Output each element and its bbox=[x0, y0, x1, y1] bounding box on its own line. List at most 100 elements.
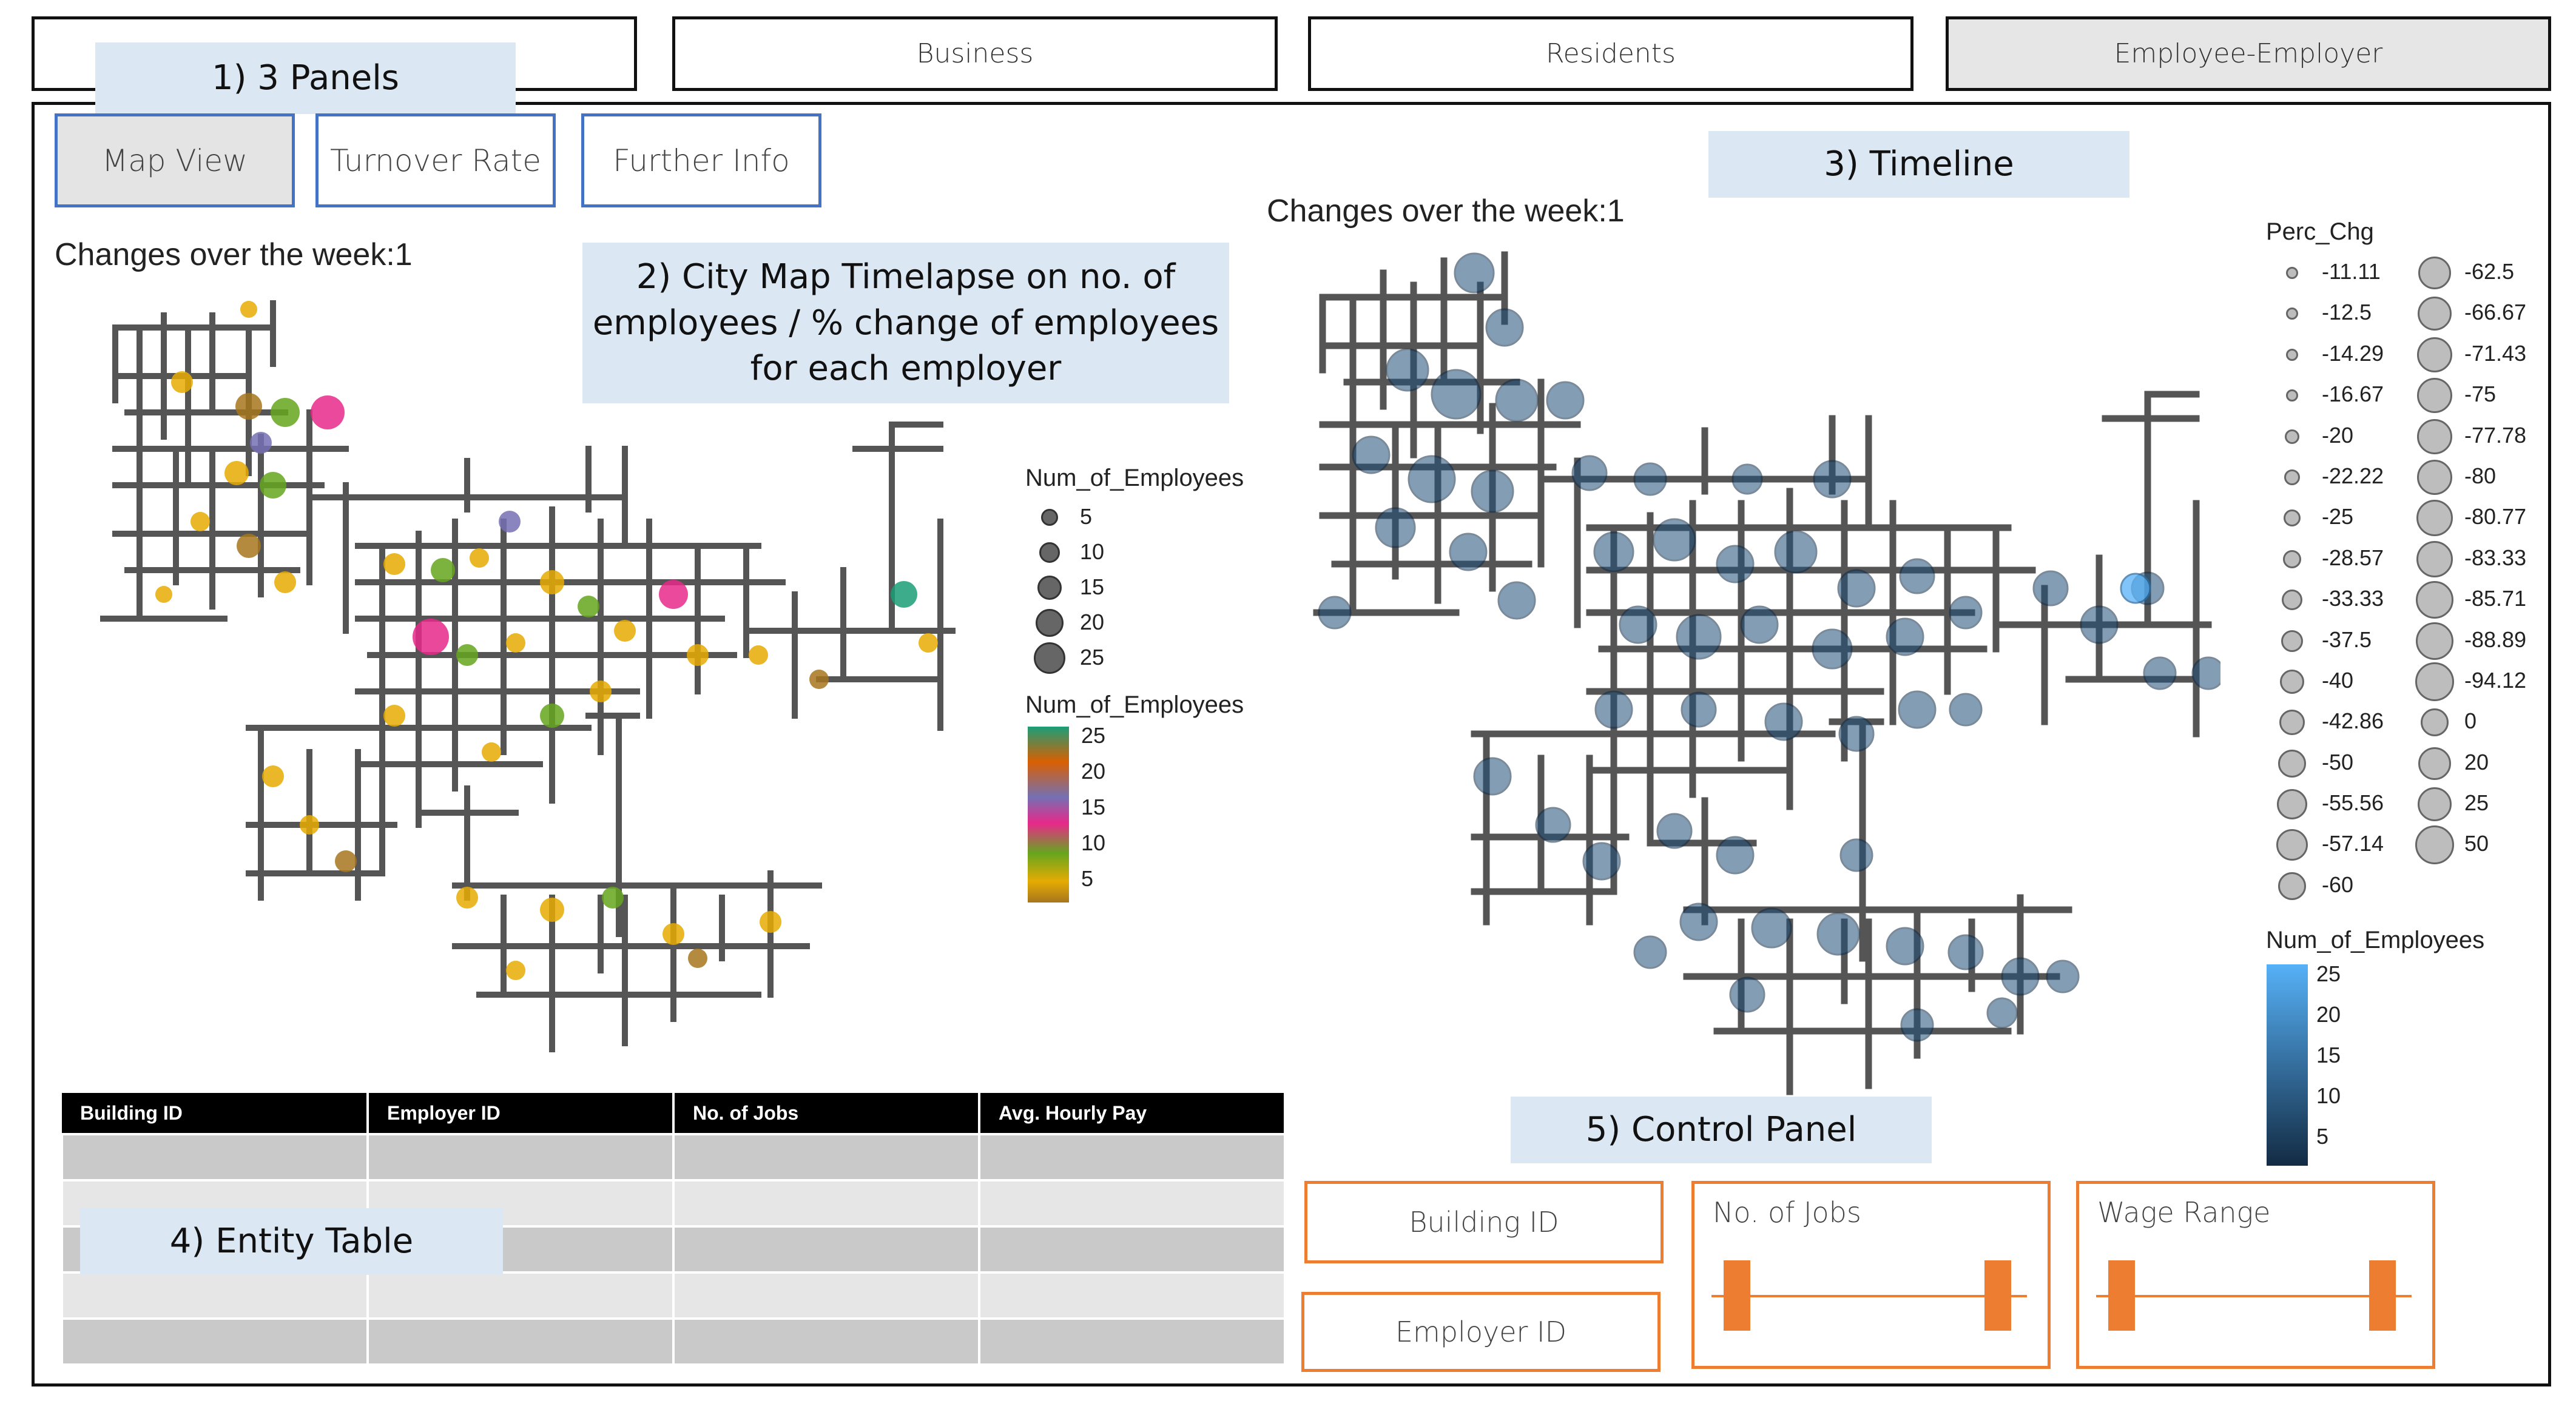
perc-chg-legend-label: 20 bbox=[2464, 749, 2489, 775]
perc-chg-legend-symbol bbox=[2416, 622, 2453, 660]
table-cell bbox=[978, 1317, 1286, 1366]
perc-chg-legend-symbol bbox=[2282, 590, 2302, 611]
left-size-legend-label: 10 bbox=[1080, 539, 1105, 564]
perc-chg-legend-symbol bbox=[2281, 630, 2303, 652]
perc-chg-legend-label: -77.78 bbox=[2464, 422, 2527, 448]
left-city-map bbox=[100, 300, 956, 1052]
perc-chg-legend-label: -57.14 bbox=[2322, 831, 2384, 856]
table-cell bbox=[672, 1179, 980, 1228]
perc-chg-legend-label: -75 bbox=[2464, 381, 2497, 407]
building-id-input[interactable]: Building ID bbox=[1304, 1181, 1664, 1263]
table-cell bbox=[61, 1317, 369, 1366]
callout-panels: 1) 3 Panels bbox=[95, 42, 516, 114]
left-color-legend-label: 15 bbox=[1081, 795, 1106, 819]
left-color-bar bbox=[1028, 727, 1069, 902]
table-row[interactable] bbox=[61, 1271, 1286, 1320]
subtab-map-view-label: Map View bbox=[101, 143, 248, 178]
tab-residents-label: Residents bbox=[1546, 38, 1676, 69]
subtab-turnover-rate-label: Turnover Rate bbox=[329, 143, 542, 178]
right-color-legend-label: 15 bbox=[2316, 1043, 2341, 1067]
perc-chg-legend-title: Perc_Chg bbox=[2266, 218, 2374, 245]
perc-chg-legend-label: -33.33 bbox=[2322, 586, 2384, 611]
no-of-jobs-label: No. of Jobs bbox=[1713, 1196, 1861, 1229]
wage-range-slider-min-handle[interactable] bbox=[2108, 1260, 2135, 1331]
table-cell bbox=[672, 1133, 980, 1181]
callout-city-map-line3: for each employer bbox=[750, 349, 1062, 389]
perc-chg-legend-symbol bbox=[2418, 297, 2452, 331]
no-of-jobs-slider[interactable]: No. of Jobs bbox=[1691, 1181, 2051, 1369]
perc-chg-legend-symbol bbox=[2284, 469, 2300, 485]
perc-chg-legend-symbol bbox=[2417, 378, 2452, 414]
column-header-employer-id[interactable]: Employer ID bbox=[368, 1093, 675, 1134]
no-of-jobs-slider-track[interactable] bbox=[1711, 1295, 2027, 1297]
subtab-turnover-rate[interactable]: Turnover Rate bbox=[315, 113, 556, 207]
right-map-highlight-points bbox=[2120, 573, 2151, 604]
employer-id-label: Employer ID bbox=[1395, 1316, 1567, 1348]
wage-range-slider[interactable]: Wage Range bbox=[2076, 1181, 2435, 1369]
callout-control-panel-text: 5) Control Panel bbox=[1585, 1110, 1857, 1150]
subtab-further-info-label: Further Info bbox=[613, 143, 790, 178]
table-cell bbox=[366, 1317, 675, 1366]
perc-chg-legend-symbol bbox=[2279, 710, 2305, 736]
perc-chg-legend-label: -60 bbox=[2322, 872, 2354, 897]
tab-business-label: Business bbox=[916, 38, 1034, 69]
column-header-no-of-jobs[interactable]: No. of Jobs bbox=[673, 1093, 980, 1134]
no-of-jobs-slider-min-handle[interactable] bbox=[1724, 1260, 1750, 1331]
perc-chg-legend-label: -88.89 bbox=[2464, 627, 2527, 652]
column-header-avg-hourly-pay[interactable]: Avg. Hourly Pay bbox=[979, 1093, 1286, 1134]
perc-chg-legend-label: -20 bbox=[2322, 422, 2354, 448]
perc-chg-legend-label: -40 bbox=[2322, 667, 2354, 693]
tab-residents[interactable]: Residents bbox=[1308, 16, 1913, 91]
perc-chg-legend-symbol bbox=[2286, 267, 2298, 279]
perc-chg-legend-symbol bbox=[2421, 708, 2449, 737]
left-map-title: Changes over the week:1 bbox=[55, 237, 413, 272]
table-row[interactable] bbox=[61, 1317, 1286, 1366]
perc-chg-legend-symbol bbox=[2280, 669, 2304, 694]
perc-chg-legend-label: -55.56 bbox=[2322, 790, 2384, 816]
left-size-legend-label: 5 bbox=[1080, 504, 1093, 529]
right-color-legend-label: 5 bbox=[2316, 1124, 2329, 1149]
left-color-legend-label: 10 bbox=[1081, 830, 1106, 855]
perc-chg-legend-symbol bbox=[2278, 749, 2306, 778]
tab-employee-employer[interactable]: Employee-Employer bbox=[1946, 16, 2551, 91]
left-size-legend-title: Num_of_Employees bbox=[1025, 465, 1244, 491]
callout-entity-table: 4) Entity Table bbox=[80, 1208, 503, 1275]
employer-id-input[interactable]: Employer ID bbox=[1301, 1292, 1661, 1372]
perc-chg-legend-label: -85.71 bbox=[2464, 586, 2527, 611]
perc-chg-legend-label: -42.86 bbox=[2322, 708, 2384, 734]
perc-chg-legend-label: -62.5 bbox=[2464, 259, 2515, 284]
perc-chg-legend-label: -22.22 bbox=[2322, 463, 2384, 488]
perc-chg-legend-symbol bbox=[2285, 429, 2299, 444]
perc-chg-legend-label: -50 bbox=[2322, 749, 2354, 775]
subtab-map-view[interactable]: Map View bbox=[55, 113, 295, 207]
wage-range-slider-max-handle[interactable] bbox=[2369, 1260, 2396, 1331]
perc-chg-legend-label: -80.77 bbox=[2464, 504, 2527, 529]
table-cell bbox=[978, 1271, 1286, 1320]
table-cell bbox=[672, 1271, 980, 1320]
table-cell bbox=[978, 1133, 1286, 1181]
subtab-further-info[interactable]: Further Info bbox=[581, 113, 821, 207]
table-cell bbox=[366, 1271, 675, 1320]
perc-chg-legend-label: -83.33 bbox=[2464, 545, 2527, 570]
callout-city-map: 2) City Map Timelapse on no. of employee… bbox=[582, 243, 1229, 403]
perc-chg-legend-symbol bbox=[2415, 662, 2454, 701]
perc-chg-legend-label: -80 bbox=[2464, 463, 2497, 488]
callout-panels-text: 1) 3 Panels bbox=[212, 58, 399, 98]
callout-timeline-text: 3) Timeline bbox=[1824, 144, 2014, 184]
wage-range-slider-track[interactable] bbox=[2096, 1295, 2412, 1297]
perc-chg-legend-label: -94.12 bbox=[2464, 667, 2527, 693]
tab-business[interactable]: Business bbox=[672, 16, 1278, 91]
column-header-building-id[interactable]: Building ID bbox=[62, 1093, 369, 1134]
table-cell bbox=[366, 1133, 675, 1181]
perc-chg-legend-symbol bbox=[2278, 872, 2306, 900]
tab-employee-employer-label: Employee-Employer bbox=[2114, 38, 2383, 69]
building-id-label: Building ID bbox=[1409, 1206, 1559, 1239]
perc-chg-legend-symbol bbox=[2277, 789, 2307, 820]
callout-timeline: 3) Timeline bbox=[1708, 131, 2129, 198]
table-row[interactable] bbox=[61, 1133, 1286, 1181]
no-of-jobs-slider-max-handle[interactable] bbox=[1984, 1260, 2011, 1331]
wage-range-label: Wage Range bbox=[2097, 1196, 2271, 1229]
table-cell bbox=[672, 1317, 980, 1366]
right-map-title: Changes over the week:1 bbox=[1267, 193, 1625, 229]
perc-chg-legend-symbol bbox=[2415, 825, 2454, 865]
